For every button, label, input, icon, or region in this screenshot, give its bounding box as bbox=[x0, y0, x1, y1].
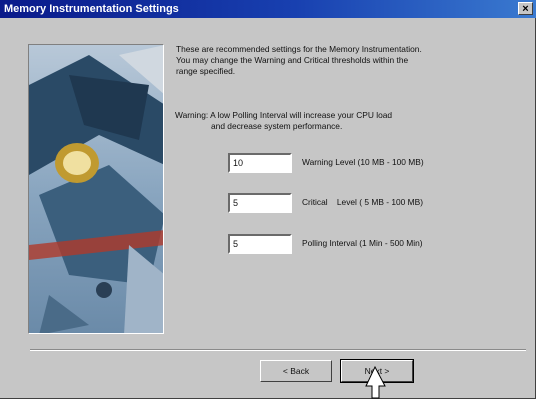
wizard-illustration-graphic bbox=[29, 45, 163, 333]
intro-line: These are recommended settings for the M… bbox=[176, 44, 422, 54]
warning-level-row: 10 Warning Level (10 MB - 100 MB) bbox=[228, 153, 518, 173]
warning-level-input[interactable]: 10 bbox=[228, 153, 292, 173]
polling-interval-label: Polling Interval (1 Min - 500 Min) bbox=[302, 238, 423, 248]
polling-interval-row: 5 Polling Interval (1 Min - 500 Min) bbox=[228, 234, 518, 254]
warning-text: Warning: A low Polling Interval will inc… bbox=[175, 110, 505, 132]
mouse-cursor-icon bbox=[365, 366, 386, 399]
close-button[interactable]: × bbox=[518, 2, 533, 15]
warning-line: and decrease system performance. bbox=[211, 121, 343, 131]
polling-interval-input[interactable]: 5 bbox=[228, 234, 292, 254]
intro-text: These are recommended settings for the M… bbox=[176, 44, 526, 77]
critical-level-row: 5 Critical Level ( 5 MB - 100 MB) bbox=[228, 193, 518, 213]
intro-line: range specified. bbox=[176, 66, 236, 76]
divider bbox=[30, 349, 526, 351]
intro-line: You may change the Warning and Critical … bbox=[176, 55, 409, 65]
warning-level-label: Warning Level (10 MB - 100 MB) bbox=[302, 157, 424, 167]
dialog-window: Memory Instrumentation Settings × These … bbox=[0, 0, 536, 399]
title-bar[interactable]: Memory Instrumentation Settings × bbox=[0, 0, 536, 18]
warning-line: Warning: A low Polling Interval will inc… bbox=[175, 110, 393, 120]
back-button[interactable]: < Back bbox=[260, 360, 332, 382]
wizard-illustration bbox=[28, 44, 164, 334]
window-title: Memory Instrumentation Settings bbox=[4, 3, 179, 15]
critical-level-label: Critical Level ( 5 MB - 100 MB) bbox=[302, 197, 424, 207]
critical-level-input[interactable]: 5 bbox=[228, 193, 292, 213]
